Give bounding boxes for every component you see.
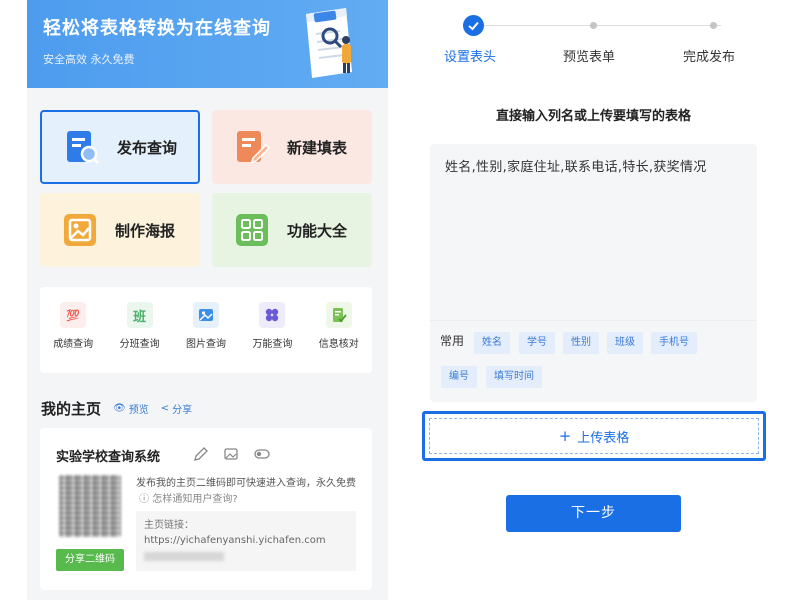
edit-icon[interactable] xyxy=(194,446,208,461)
upload-table-label: 上传表格 xyxy=(577,430,630,446)
image-icon xyxy=(64,214,96,246)
edit-document-icon xyxy=(237,131,270,164)
column-names-value: 姓名,性别,家庭住址,联系电话,特长,获奖情况 xyxy=(445,160,707,175)
new-form-label: 新建填表 xyxy=(287,138,348,157)
tool-label: 信息核对 xyxy=(318,339,359,350)
checkmark-icon xyxy=(468,21,479,31)
site-actions xyxy=(194,446,284,461)
step-indicator: 设置表头 预览表单 完成发布 xyxy=(413,0,774,80)
picture-outline-icon[interactable] xyxy=(224,446,238,460)
tool-info-check[interactable]: 信息核对 xyxy=(308,302,370,373)
step-label-1: 设置表头 xyxy=(444,50,497,65)
picture-icon xyxy=(192,302,219,328)
home-site-card: 实验学校查询系统 分享二维码 发布我的主页二维码即可快速进入查询，永久免费 ⓘ … xyxy=(40,428,372,590)
score-icon: 💯 xyxy=(60,302,87,328)
column-names-input[interactable]: 姓名,性别,家庭住址,联系电话,特长,获奖情况 常用 姓名 学号 性别 班级 手… xyxy=(430,144,757,402)
promo-banner[interactable]: 轻松将表格转换为在线查询 安全高效 永久免费 xyxy=(27,0,388,88)
tag-student-id[interactable]: 学号 xyxy=(519,332,555,354)
tool-score-query[interactable]: 💯 成绩查询 xyxy=(42,302,104,373)
document-search-illustration-icon xyxy=(306,8,352,78)
upload-table-inner: + 上传表格 xyxy=(429,418,759,454)
quick-tools: 💯 成绩查询 班 分班查询 图片查询 万能查询 信息核对 xyxy=(40,287,372,373)
desc-text: 发布我的主页二维码即可快速进入查询，永久免费 xyxy=(136,478,356,489)
tag-class[interactable]: 班级 xyxy=(607,332,643,354)
plus-icon: + xyxy=(558,427,572,445)
search-document-icon xyxy=(67,131,100,165)
help-icon: ⓘ xyxy=(136,494,153,505)
eye-icon: 👁 xyxy=(113,403,126,414)
publish-query-label: 发布查询 xyxy=(117,138,178,157)
share-link[interactable]: < 分享 xyxy=(161,401,192,416)
home-link-box: 主页链接： https://yichafenyanshi.yichafen.co… xyxy=(136,511,356,571)
step-label-3: 完成发布 xyxy=(683,50,736,65)
my-home-title: 我的主页 xyxy=(41,400,102,418)
publish-query-card[interactable]: 发布查询 xyxy=(40,110,200,184)
tool-picture-query[interactable]: 图片查询 xyxy=(175,302,237,373)
tag-name[interactable]: 姓名 xyxy=(474,332,510,354)
banner-title: 轻松将表格转换为在线查询 xyxy=(43,18,271,39)
check-document-icon xyxy=(325,302,352,328)
share-label: 分享 xyxy=(172,405,193,416)
step-connector xyxy=(484,25,721,26)
grid-icon xyxy=(236,214,268,246)
class-icon: 班 xyxy=(126,302,153,328)
common-tags: 常用 姓名 学号 性别 班级 手机号 编号 填写时间 xyxy=(430,320,757,402)
home-link-label: 主页链接： xyxy=(144,520,194,531)
step-label-2: 预览表单 xyxy=(563,50,616,65)
next-step-button[interactable]: 下一步 xyxy=(506,495,681,532)
tool-label: 成绩查询 xyxy=(53,339,94,350)
tag-phone[interactable]: 手机号 xyxy=(651,332,697,354)
tag-fill-time[interactable]: 填写时间 xyxy=(486,366,542,388)
toggle-icon[interactable] xyxy=(254,446,270,460)
make-poster-label: 制作海报 xyxy=(115,221,176,240)
tool-class-query[interactable]: 班 分班查询 xyxy=(109,302,171,373)
qr-code-image xyxy=(59,475,121,537)
my-home-header: 我的主页 👁 预览 < 分享 xyxy=(41,398,204,419)
tool-label: 图片查询 xyxy=(185,339,226,350)
home-screen: 轻松将表格转换为在线查询 安全高效 永久免费 发布查询 新建填表 制作海报 功能… xyxy=(27,0,388,600)
make-poster-card[interactable]: 制作海报 xyxy=(40,193,200,267)
create-query-screen: 设置表头 预览表单 完成发布 直接输入列名或上传要填写的表格 姓名,性别,家庭住… xyxy=(413,0,774,600)
preview-link[interactable]: 👁 预览 xyxy=(113,401,149,416)
tag-number[interactable]: 编号 xyxy=(441,366,477,388)
all-features-card[interactable]: 功能大全 xyxy=(212,193,372,267)
blurred-text xyxy=(144,552,224,561)
tag-gender[interactable]: 性别 xyxy=(563,332,599,354)
site-description: 发布我的主页二维码即可快速进入查询，永久免费 ⓘ 怎样通知用户查询? xyxy=(136,476,356,508)
tool-universal-query[interactable]: 万能查询 xyxy=(241,302,303,373)
new-form-card[interactable]: 新建填表 xyxy=(212,110,372,184)
preview-label: 预览 xyxy=(128,405,149,416)
share-qr-button[interactable]: 分享二维码 xyxy=(56,549,124,571)
step-dot-2 xyxy=(590,22,597,29)
step-dot-3 xyxy=(710,22,717,29)
instruction-heading: 直接输入列名或上传要填写的表格 xyxy=(495,109,691,124)
how-to-notify-link[interactable]: 怎样通知用户查询? xyxy=(152,494,237,505)
tool-label: 万能查询 xyxy=(252,339,293,350)
clover-icon xyxy=(259,302,286,328)
upload-table-button[interactable]: + 上传表格 xyxy=(422,411,766,461)
banner-subtitle: 安全高效 永久免费 xyxy=(43,53,135,66)
step-done-circle xyxy=(463,15,484,36)
home-link-url[interactable]: https://yichafenyanshi.yichafen.com xyxy=(144,533,348,549)
common-label: 常用 xyxy=(440,334,465,348)
share-icon: < xyxy=(160,403,170,414)
all-features-label: 功能大全 xyxy=(287,221,348,240)
tool-label: 分班查询 xyxy=(119,339,160,350)
site-name: 实验学校查询系统 xyxy=(56,450,161,465)
